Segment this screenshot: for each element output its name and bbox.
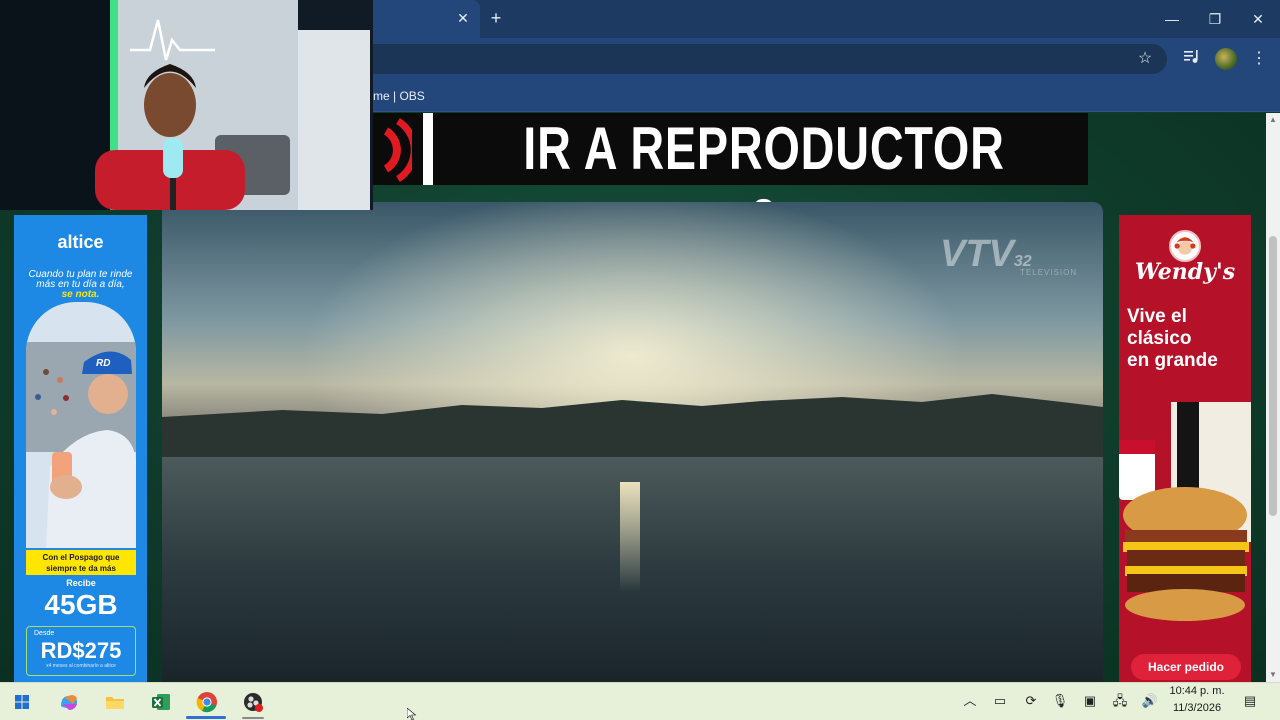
close-window-icon[interactable]: ✕ <box>1243 6 1273 32</box>
profile-avatar[interactable] <box>1215 48 1237 70</box>
star-icon[interactable]: ☆ <box>1134 49 1156 69</box>
restore-icon[interactable]: ❐ <box>1200 6 1230 32</box>
excel-icon[interactable] <box>147 688 175 716</box>
wendys-tagline-3: en grande <box>1127 350 1218 371</box>
altice-ad-photo <box>26 302 136 548</box>
minimize-icon[interactable]: — <box>1157 6 1187 32</box>
address-bar[interactable] <box>372 44 1167 74</box>
chrome-active-indicator <box>186 716 226 719</box>
mouse-cursor-icon <box>407 708 417 720</box>
chrome-icon[interactable] <box>193 688 221 716</box>
banner-divider <box>423 113 433 185</box>
altice-price: RD$275 <box>40 638 122 663</box>
scroll-down-icon[interactable]: ▼ <box>1266 668 1280 682</box>
tray-overflow-icon[interactable]: ︿ <box>960 691 980 711</box>
hacer-pedido-button[interactable]: Hacer pedido <box>1131 654 1241 680</box>
clock-time[interactable]: 10:44 p. m. <box>1168 685 1226 699</box>
copilot-icon[interactable] <box>55 688 83 716</box>
obs-running-indicator <box>242 717 264 719</box>
channel-logo-text: VTV <box>940 233 1014 275</box>
burger-image <box>1119 402 1251 621</box>
altice-promo-strip: Con el Pospago que siempre te da más <box>26 550 136 575</box>
wendys-logo: Wendy's <box>1134 259 1236 285</box>
bookmark-item[interactable]: me | OBS <box>373 86 425 106</box>
wendys-tagline-2: clásico <box>1127 328 1192 349</box>
menu-icon[interactable]: ⋮ <box>1250 49 1268 69</box>
obs-icon[interactable] <box>239 688 267 716</box>
webcam-overlay <box>0 0 373 210</box>
altice-fine-print: x4 meses al combinarlo a altice <box>46 663 116 669</box>
altice-promo-line-1: Con el Pospago que <box>42 553 120 562</box>
altice-logo: altice <box>57 232 104 252</box>
cap-logo: RD <box>96 358 111 369</box>
altice-data-amount: 45GB <box>44 589 118 620</box>
volume-icon[interactable]: 🔊 <box>1140 691 1160 711</box>
scrollbar-thumb[interactable] <box>1269 236 1277 516</box>
tray-screen-icon[interactable]: ▣ <box>1080 691 1100 711</box>
microphone-icon[interactable]: 🎙 <box>1050 691 1070 711</box>
new-tab-icon[interactable]: + <box>486 8 506 28</box>
banner-label[interactable]: IR A REPRODUCTOR 2 <box>511 113 1016 254</box>
tab-close-icon[interactable]: ✕ <box>454 9 472 27</box>
broadcast-icon <box>383 118 412 182</box>
clock-date[interactable]: 11/3/2026 <box>1168 702 1226 716</box>
channel-logo-sub: TELEVISION <box>1020 268 1078 277</box>
tray-sync-icon[interactable]: ⟳ <box>1021 691 1041 711</box>
windows-start-icon[interactable] <box>8 688 36 716</box>
network-icon[interactable]: 🖧 <box>1110 691 1130 711</box>
altice-tagline-3: se nota. <box>61 289 100 300</box>
file-explorer-icon[interactable] <box>101 688 129 716</box>
altice-promo-line-2: siempre te da más <box>46 564 116 573</box>
wendys-tagline-1: Vive el <box>1127 306 1187 327</box>
notifications-icon[interactable]: ▤ <box>1240 691 1260 711</box>
scroll-up-icon[interactable]: ▲ <box>1266 113 1280 127</box>
media-control-icon[interactable] <box>1181 49 1203 69</box>
tray-app-icon[interactable]: ▭ <box>990 691 1010 711</box>
